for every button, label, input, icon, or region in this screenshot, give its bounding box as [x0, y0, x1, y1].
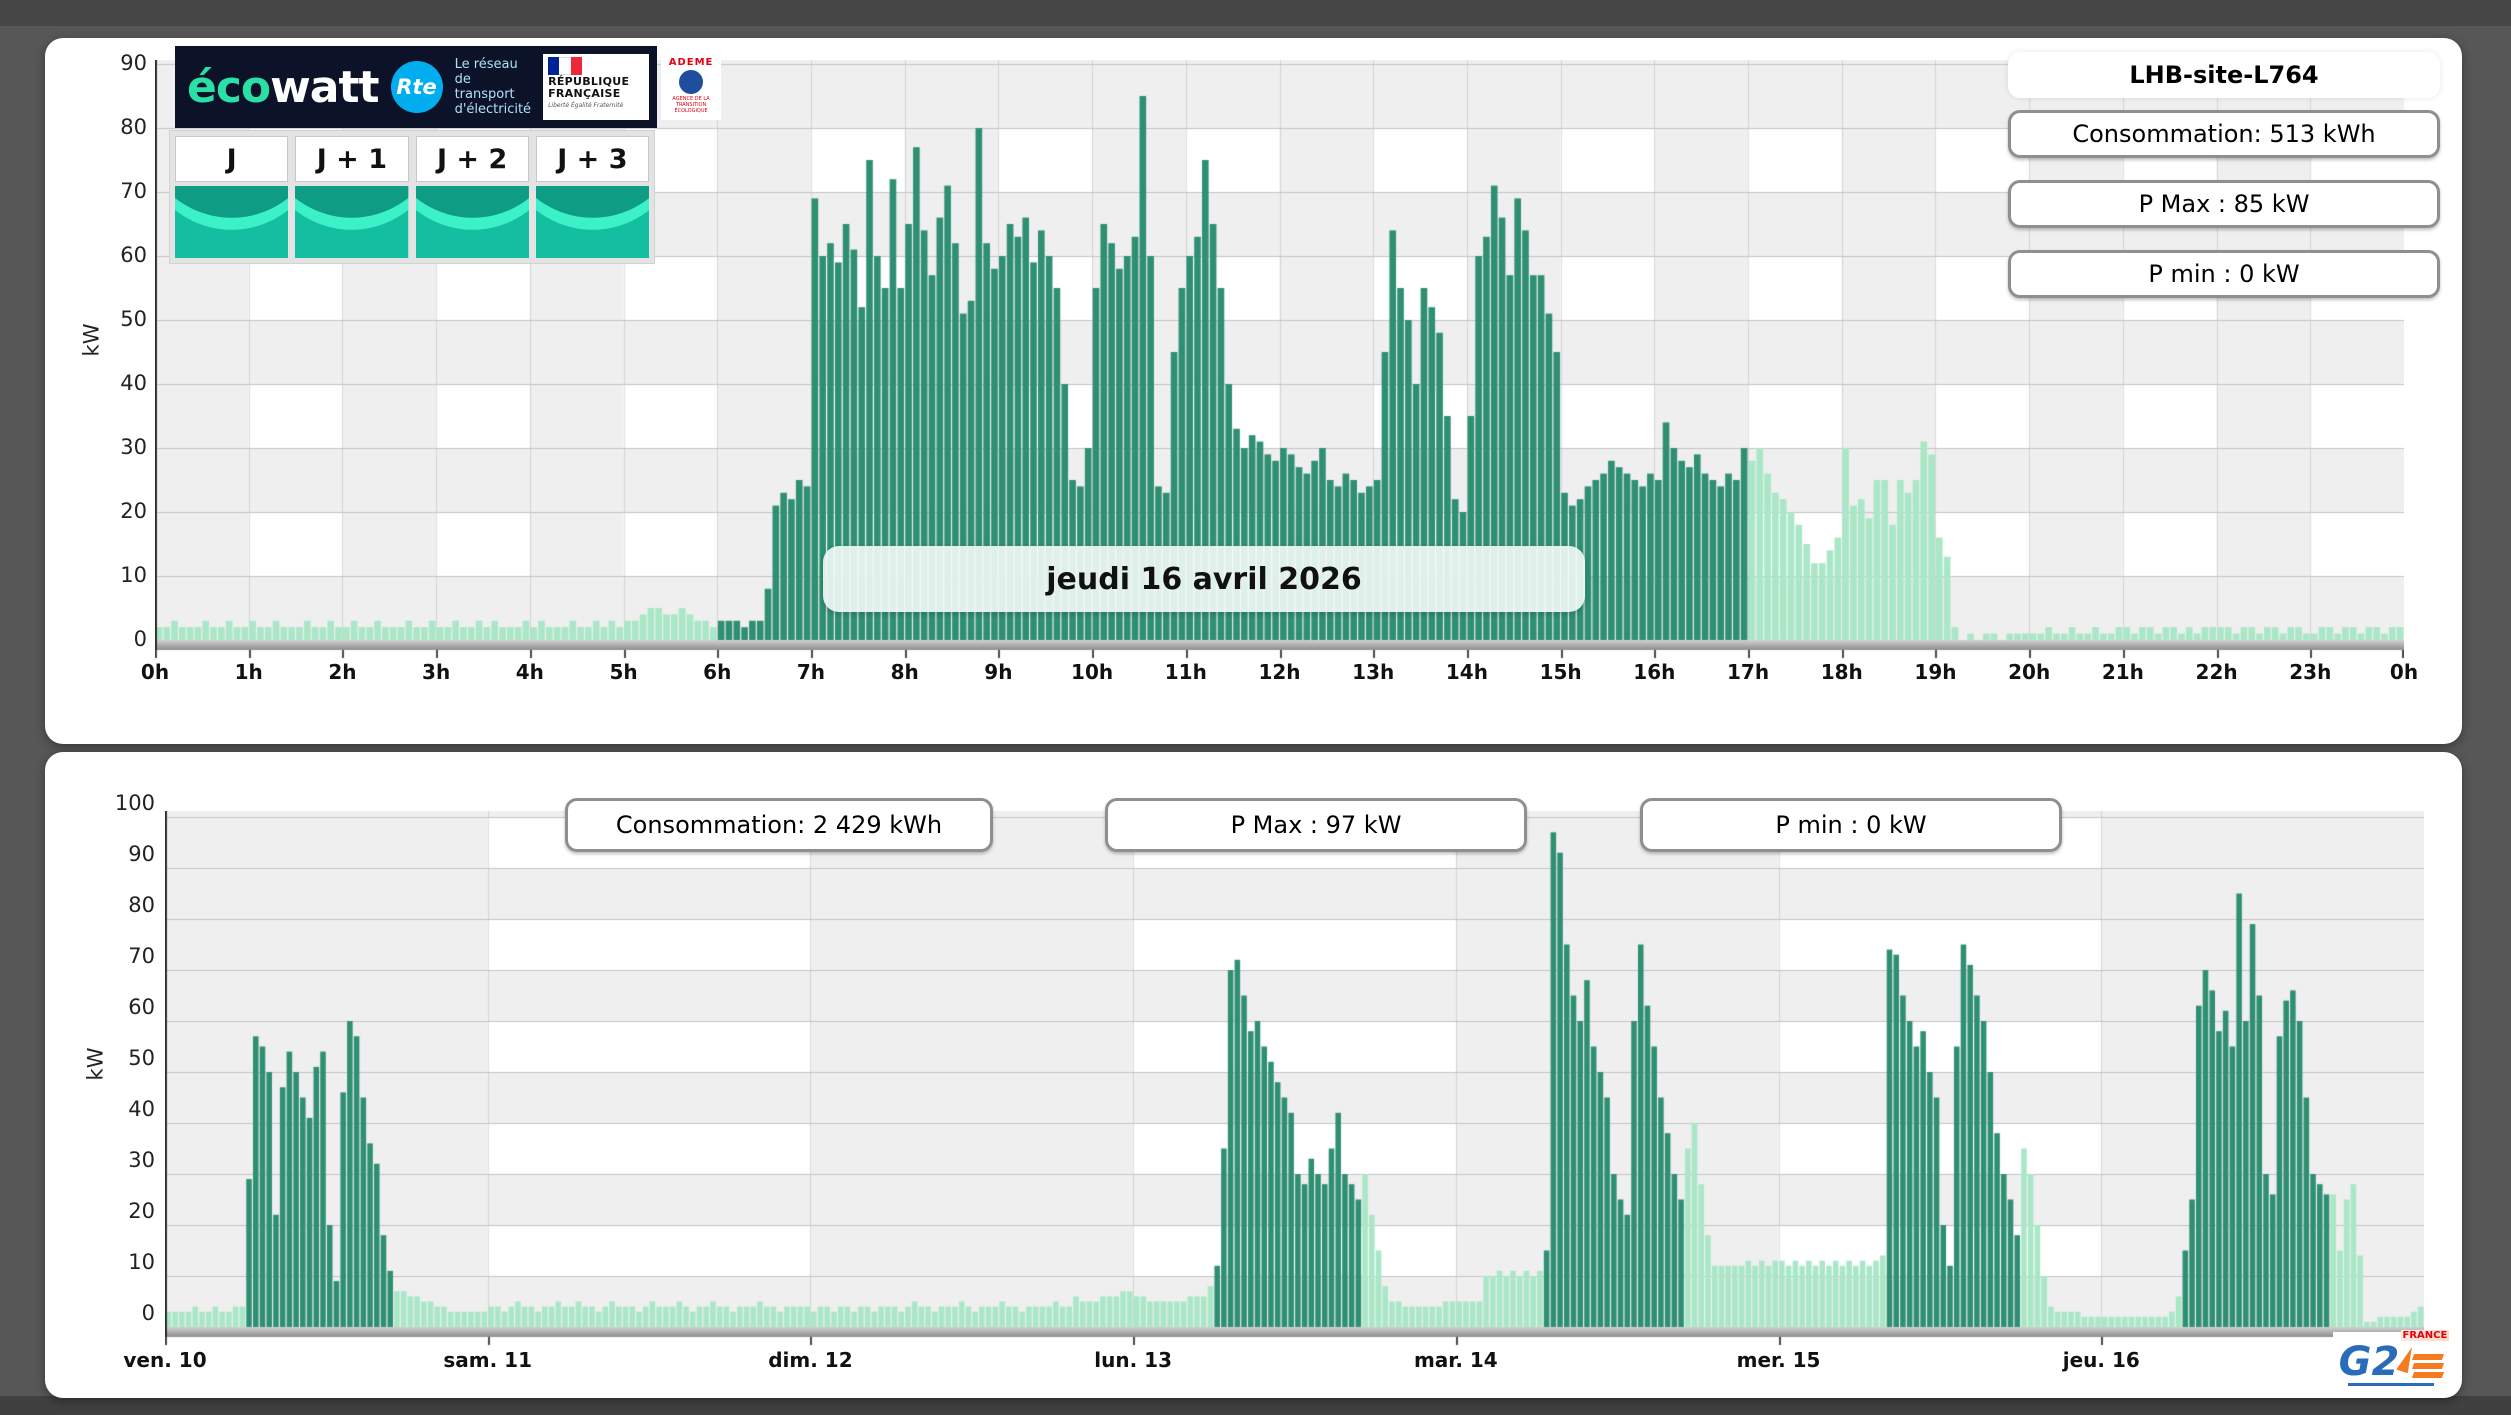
y-tick-label: 60	[75, 995, 155, 1019]
day-button-j[interactable]: J	[175, 136, 288, 258]
x-tick-label: 5h	[609, 660, 637, 684]
day-chart-y-axis-unit: kW	[79, 324, 103, 357]
x-tick-label: 0h	[2390, 660, 2418, 684]
y-tick-label: 80	[67, 115, 147, 139]
site-title: LHB-site-L764	[2008, 52, 2440, 98]
y-tick-label: 30	[75, 1148, 155, 1172]
week-pmax-stat: P Max : 97 kW	[1105, 798, 1527, 852]
x-tick-label: 16h	[1633, 660, 1675, 684]
x-tick-label: 4h	[516, 660, 544, 684]
day-pmax-stat: P Max : 85 kW	[2008, 180, 2440, 228]
x-tick-label: 2h	[328, 660, 356, 684]
x-tick-label: 13h	[1352, 660, 1394, 684]
y-tick-label: 30	[67, 435, 147, 459]
day-pmin-stat: P min : 0 kW	[2008, 250, 2440, 298]
ecowatt-logo-banner: écowatt Rte Le réseau de transport d'éle…	[175, 46, 657, 128]
x-tick-label: jeu. 16	[2063, 1348, 2140, 1372]
x-tick-label: 19h	[1914, 660, 1956, 684]
ecowatt-green-signal-icon	[175, 186, 288, 258]
x-tick-label: 8h	[891, 660, 919, 684]
week-chart-panel: 0102030405060708090100 ven. 10sam. 11dim…	[45, 752, 2462, 1398]
week-pmin-stat: P min : 0 kW	[1640, 798, 2062, 852]
x-tick-label: 0h	[141, 660, 169, 684]
y-tick-label: 90	[75, 842, 155, 866]
france-flag-icon	[548, 57, 582, 75]
x-tick-label: 21h	[2102, 660, 2144, 684]
window-bottom-strip	[0, 1396, 2511, 1415]
week-consumption-stat: Consommation: 2 429 kWh	[565, 798, 993, 852]
ademe-globe-icon	[679, 70, 703, 94]
day-chart-panel: 0102030405060708090 0h1h2h3h4h5h6h7h8h9h…	[45, 38, 2462, 744]
y-tick-label: 20	[75, 1199, 155, 1223]
x-tick-label: 11h	[1165, 660, 1207, 684]
x-tick-label: 23h	[2289, 660, 2331, 684]
x-tick-label: 6h	[703, 660, 731, 684]
day-button-j1[interactable]: J + 1	[295, 136, 408, 258]
x-tick-label: 15h	[1540, 660, 1582, 684]
y-tick-label: 40	[75, 1097, 155, 1121]
x-tick-label: 14h	[1446, 660, 1488, 684]
y-tick-label: 80	[75, 893, 155, 917]
date-label: jeudi 16 avril 2026	[823, 546, 1585, 612]
x-tick-label: 7h	[797, 660, 825, 684]
x-tick-label: 12h	[1258, 660, 1300, 684]
y-tick-label: 90	[67, 51, 147, 75]
g2e-e-icon	[2413, 1354, 2443, 1378]
ecowatt-green-signal-icon	[416, 186, 529, 258]
x-tick-label: 18h	[1821, 660, 1863, 684]
ecowatt-green-signal-icon	[295, 186, 408, 258]
y-tick-label: 100	[75, 791, 155, 815]
x-tick-label: 22h	[2196, 660, 2238, 684]
x-tick-label: 17h	[1727, 660, 1769, 684]
x-tick-label: 1h	[235, 660, 263, 684]
day-consumption-stat: Consommation: 513 kWh	[2008, 110, 2440, 158]
y-tick-label: 70	[75, 944, 155, 968]
day-button-j3[interactable]: J + 3	[536, 136, 649, 258]
y-tick-label: 20	[67, 499, 147, 523]
day-button-j2[interactable]: J + 2	[416, 136, 529, 258]
g2e-logo: G2 FRANCE	[2333, 1332, 2449, 1396]
rte-logo-icon: Rte	[391, 61, 443, 113]
republique-francaise-logo: RÉPUBLIQUEFRANÇAISE Liberté Égalité Frat…	[543, 54, 649, 120]
ecowatt-day-button-row: J J + 1 J + 2 J + 3	[169, 130, 655, 264]
rte-tagline: Le réseau de transport d'électricité	[455, 57, 532, 117]
y-tick-label: 0	[67, 627, 147, 651]
x-tick-label: mar. 14	[1414, 1348, 1498, 1372]
x-tick-label: ven. 10	[123, 1348, 206, 1372]
x-tick-label: 3h	[422, 660, 450, 684]
week-chart-canvas	[165, 811, 2424, 1351]
y-tick-label: 60	[67, 243, 147, 267]
ademe-logo: ADEME AGENCE DE LA TRANSITION ÉCOLOGIQUE	[661, 54, 721, 120]
ecowatt-logo: écowatt	[187, 62, 379, 113]
x-tick-label: 20h	[2008, 660, 2050, 684]
y-tick-label: 0	[75, 1301, 155, 1325]
week-chart-y-axis-unit: kW	[83, 1048, 107, 1081]
y-tick-label: 70	[67, 179, 147, 203]
x-tick-label: 9h	[984, 660, 1012, 684]
y-tick-label: 10	[67, 563, 147, 587]
x-tick-label: 10h	[1071, 660, 1113, 684]
y-tick-label: 40	[67, 371, 147, 395]
x-tick-label: lun. 13	[1094, 1348, 1172, 1372]
y-tick-label: 10	[75, 1250, 155, 1274]
ecowatt-green-signal-icon	[536, 186, 649, 258]
x-tick-label: mer. 15	[1737, 1348, 1821, 1372]
window-top-strip	[0, 0, 2511, 26]
x-tick-label: sam. 11	[443, 1348, 532, 1372]
x-tick-label: dim. 12	[768, 1348, 852, 1372]
